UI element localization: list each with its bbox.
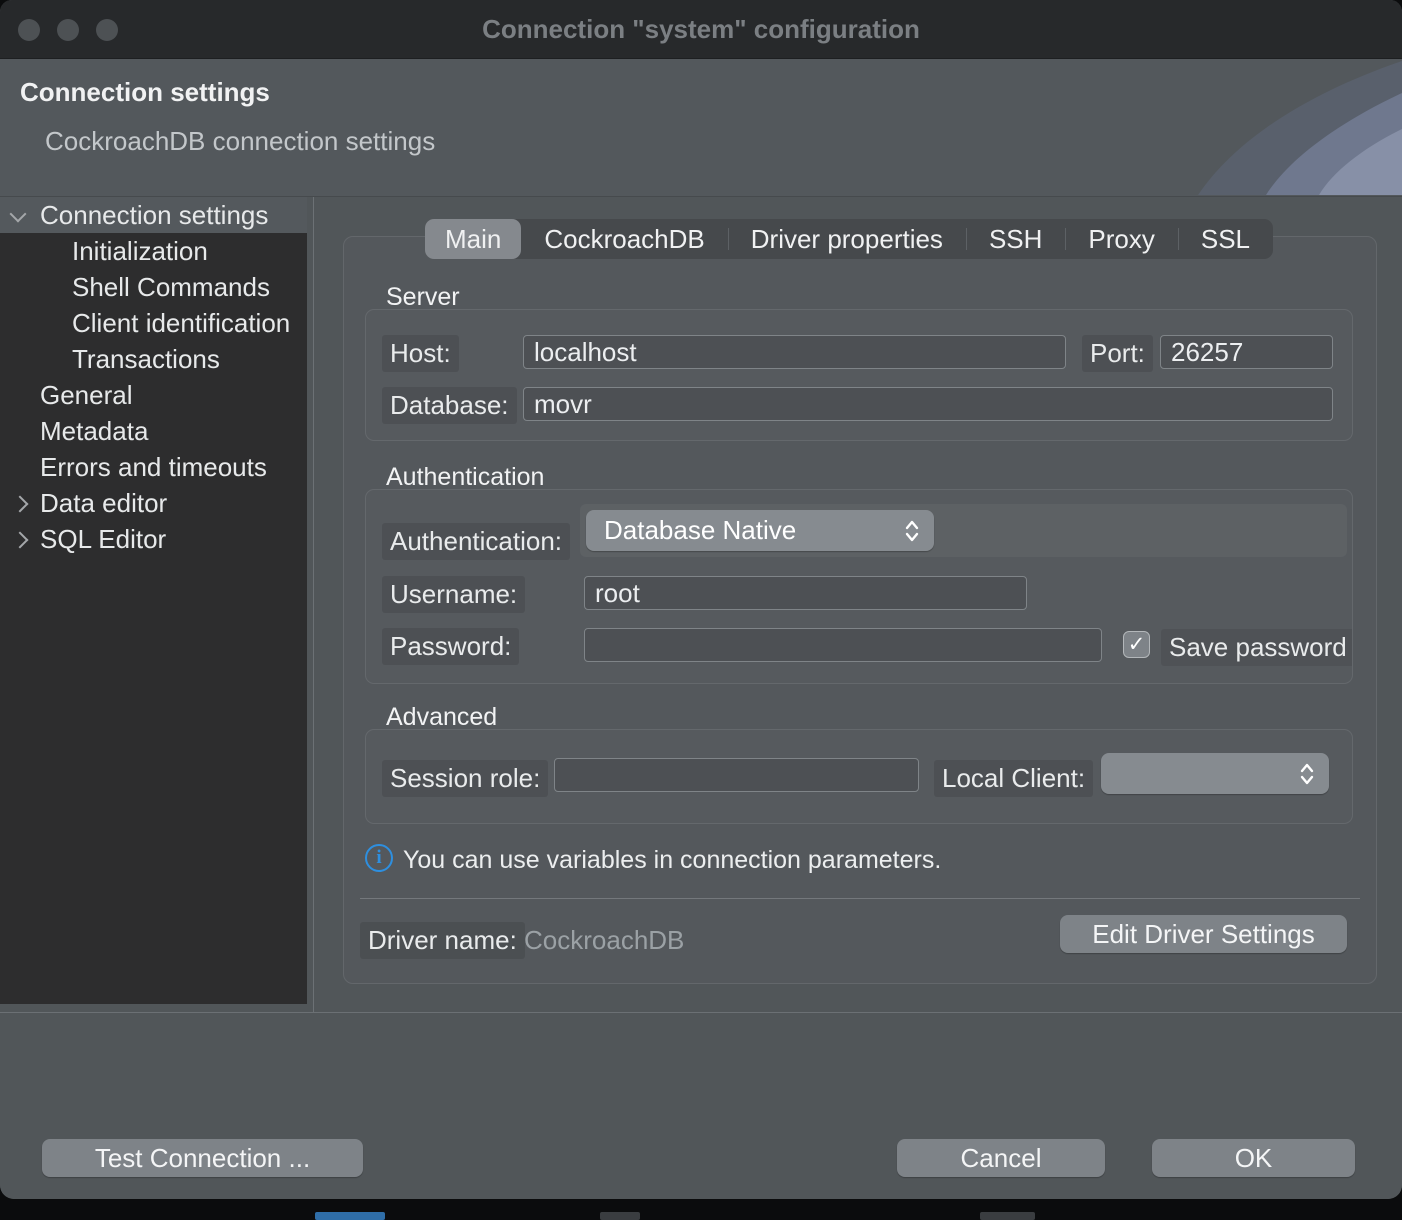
server-group: Host: Port: Database:: [365, 309, 1353, 441]
ok-button[interactable]: OK: [1152, 1139, 1355, 1177]
chevron-down-icon[interactable]: [10, 206, 27, 223]
port-input[interactable]: [1160, 335, 1333, 369]
sidebar-item-shell-commands[interactable]: Shell Commands: [0, 269, 307, 305]
updown-chevron-icon: [1299, 761, 1315, 787]
local-client-label: Local Client:: [934, 760, 1093, 797]
sidebar-item-label: Data editor: [40, 488, 167, 518]
chevron-right-icon[interactable]: [12, 496, 29, 513]
decorative-swirl: [1082, 59, 1402, 195]
database-label: Database:: [382, 387, 517, 424]
settings-tree: Connection settings Initialization Shell C…: [0, 197, 307, 1004]
sidebar-item-label: SQL Editor: [40, 524, 166, 554]
variables-info-text: You can use variables in connection para…: [403, 846, 941, 875]
chevron-right-icon[interactable]: [12, 532, 29, 549]
tab-cockroachdb[interactable]: CockroachDB: [521, 219, 727, 259]
sidebar-item-label: Client identification: [72, 308, 290, 338]
checkmark-icon: ✓: [1128, 634, 1146, 655]
background-window-fragment: [600, 1212, 640, 1220]
background-window-fragment: [980, 1212, 1035, 1220]
connection-config-dialog: Connection "system" configuration Connec…: [0, 0, 1402, 1199]
password-label: Password:: [382, 628, 519, 665]
save-password-label: Save password: [1161, 629, 1353, 666]
authentication-group: Authentication: Database Native Username…: [365, 489, 1353, 684]
tab-main[interactable]: Main: [425, 219, 521, 259]
session-role-label: Session role:: [382, 760, 548, 797]
background-window-fragment: [315, 1212, 385, 1220]
host-input[interactable]: [523, 335, 1066, 369]
sidebar-item-label: Shell Commands: [72, 272, 270, 302]
tree-background: [0, 557, 307, 1004]
main-tab-panel: Server Host: Port: Database: Authenticat…: [343, 236, 1377, 984]
dialog-header: Connection settings CockroachDB connecti…: [0, 59, 1402, 197]
sidebar-item-general[interactable]: General: [0, 377, 307, 413]
sidebar-item-label: Connection settings: [40, 200, 268, 230]
tab-proxy[interactable]: Proxy: [1065, 219, 1177, 259]
sidebar-item-metadata[interactable]: Metadata: [0, 413, 307, 449]
username-label: Username:: [382, 576, 525, 613]
sidebar-item-initialization[interactable]: Initialization: [0, 233, 307, 269]
authentication-label: Authentication:: [382, 523, 570, 560]
driver-name-label: Driver name:: [360, 922, 525, 959]
test-connection-button[interactable]: Test Connection ...: [42, 1139, 363, 1177]
authentication-select[interactable]: Database Native: [586, 510, 934, 551]
sidebar-item-label: Initialization: [72, 236, 208, 266]
server-group-label: Server: [386, 283, 460, 312]
port-label: Port:: [1082, 335, 1153, 372]
advanced-group: Session role: Local Client:: [365, 729, 1353, 824]
edit-driver-settings-button[interactable]: Edit Driver Settings: [1060, 915, 1347, 953]
sidebar-item-errors-and-timeouts[interactable]: Errors and timeouts: [0, 449, 307, 485]
authentication-group-label: Authentication: [386, 463, 544, 492]
tab-ssh[interactable]: SSH: [966, 219, 1065, 259]
sidebar-item-label: Errors and timeouts: [40, 452, 267, 482]
page-title: Connection settings: [20, 77, 270, 108]
tab-driver-properties[interactable]: Driver properties: [728, 219, 966, 259]
advanced-group-label: Advanced: [386, 703, 497, 732]
sidebar-item-label: General: [40, 380, 133, 410]
info-icon-glyph: i: [376, 847, 381, 869]
driver-name-value: CockroachDB: [524, 925, 684, 956]
username-input[interactable]: [584, 576, 1027, 610]
page-subtitle: CockroachDB connection settings: [45, 126, 435, 157]
cancel-button[interactable]: Cancel: [897, 1139, 1105, 1177]
titlebar: Connection "system" configuration: [0, 0, 1402, 59]
host-label: Host:: [382, 335, 459, 372]
info-icon: i: [365, 844, 393, 872]
tab-bar: MainCockroachDBDriver propertiesSSHProxy…: [425, 219, 1273, 259]
sidebar-item-client-identification[interactable]: Client identification: [0, 305, 307, 341]
panel-divider: [360, 898, 1360, 899]
save-password-checkbox[interactable]: ✓: [1123, 631, 1150, 658]
password-input[interactable]: [584, 628, 1102, 662]
authentication-select-value: Database Native: [604, 515, 904, 546]
dialog-body: Connection settings Initialization Shell C…: [0, 197, 1402, 1012]
database-input[interactable]: [523, 387, 1333, 421]
sidebar-item-transactions[interactable]: Transactions: [0, 341, 307, 377]
desktop-background: [0, 1199, 1402, 1220]
sidebar-item-connection-settings[interactable]: Connection settings: [0, 197, 307, 233]
session-role-input[interactable]: [554, 758, 919, 792]
window-title: Connection "system" configuration: [0, 0, 1402, 58]
updown-chevron-icon: [904, 518, 920, 544]
sidebar-item-label: Transactions: [72, 344, 220, 374]
dialog-footer: Test Connection ... Cancel OK: [0, 1012, 1402, 1199]
sidebar-item-data-editor[interactable]: Data editor: [0, 485, 307, 521]
sidebar-item-sql-editor[interactable]: SQL Editor: [0, 521, 307, 557]
main-area: MainCockroachDBDriver propertiesSSHProxy…: [314, 197, 1402, 1012]
local-client-select[interactable]: [1101, 753, 1329, 794]
sidebar-item-label: Metadata: [40, 416, 148, 446]
tab-ssl[interactable]: SSL: [1178, 219, 1273, 259]
